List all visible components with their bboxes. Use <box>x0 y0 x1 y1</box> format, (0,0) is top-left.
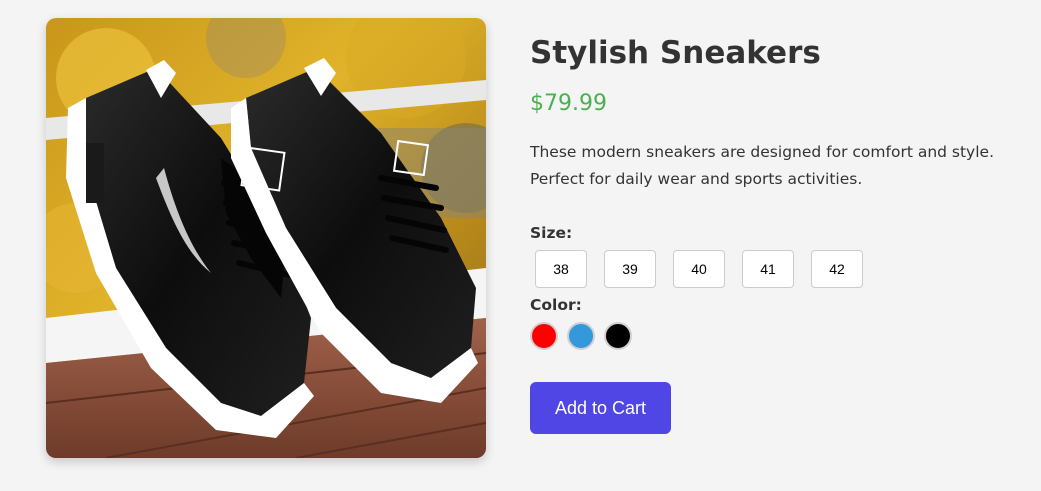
size-options: 38 39 40 41 42 <box>535 250 1010 288</box>
size-option-38[interactable]: 38 <box>535 250 587 288</box>
color-options <box>530 322 1010 350</box>
add-to-cart-button[interactable]: Add to Cart <box>530 382 671 434</box>
color-swatch-black[interactable] <box>604 322 632 350</box>
product-description: These modern sneakers are designed for c… <box>530 143 995 188</box>
size-option-39[interactable]: 39 <box>604 250 656 288</box>
color-label: Color: <box>530 296 582 314</box>
product-title: Stylish Sneakers <box>530 35 821 71</box>
size-label: Size: <box>530 224 573 242</box>
color-swatch-red[interactable] <box>530 322 558 350</box>
product-page: Stylish Sneakers $79.99 These modern sne… <box>0 0 1041 491</box>
size-option-42[interactable]: 42 <box>811 250 863 288</box>
size-option-41[interactable]: 41 <box>742 250 794 288</box>
product-details: Stylish Sneakers $79.99 These modern sne… <box>530 28 1010 434</box>
sneaker-photo <box>46 18 486 458</box>
color-swatch-blue[interactable] <box>567 322 595 350</box>
product-price: $79.99 <box>530 91 607 116</box>
product-image <box>46 18 486 458</box>
size-option-40[interactable]: 40 <box>673 250 725 288</box>
